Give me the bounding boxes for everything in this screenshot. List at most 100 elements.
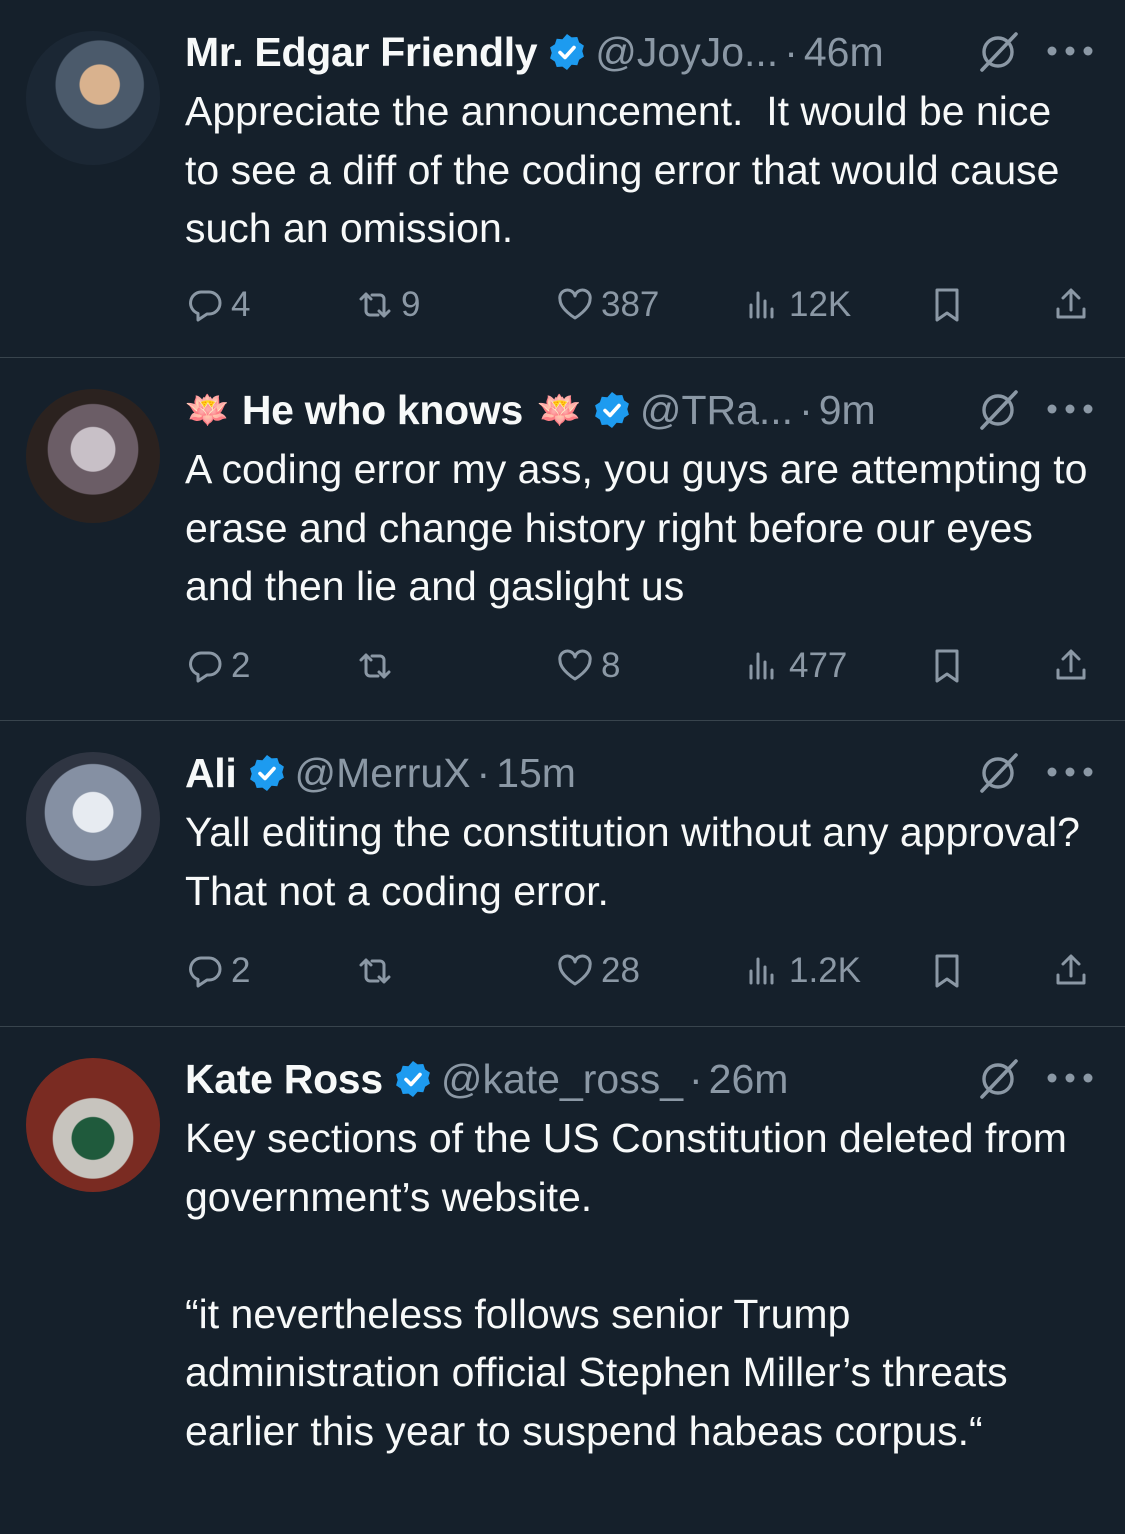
tweet-content: Mr. Edgar Friendly @JoyJo... · 46m Appre… [185,24,1095,258]
user-handle[interactable]: @kate_ross_ [441,1056,683,1103]
reply-count: 2 [231,646,251,685]
display-name[interactable]: Kate Ross [185,1056,383,1103]
user-handle[interactable]: @TRa... [640,387,793,434]
like-icon [558,288,592,320]
like-button[interactable]: 387 [555,282,659,328]
views-button[interactable]: 477 [743,643,847,689]
reply-icon [189,290,222,322]
lotus-emoji: 🪷 [185,389,230,430]
avatar[interactable] [26,752,160,886]
avatar[interactable] [26,1058,160,1192]
views-count: 1.2K [789,951,861,990]
separator-dot: · [784,28,798,75]
tweet[interactable]: Kate Ross @kate_ross_ · 26m Key sections… [0,1027,1125,1534]
reply-count: 2 [231,951,251,990]
more-icon[interactable] [1045,765,1095,779]
verified-badge-icon [548,32,586,72]
bookmark-icon [935,288,959,322]
display-name[interactable]: Ali [185,750,237,797]
tweet-header: 🪷 He who knows 🪷 @TRa... · 9m [185,382,1095,438]
timestamp[interactable]: 9m [819,387,876,434]
tweet-text: Key sections of the US Constitution dele… [185,1115,1067,1454]
verified-badge-icon [593,390,631,430]
share-button[interactable] [1051,643,1097,689]
bookmark-icon [935,649,959,683]
tweet-content: Kate Ross @kate_ross_ · 26m Key sections… [185,1051,1095,1460]
timestamp[interactable]: 46m [804,29,884,76]
grok-icon[interactable] [976,388,1020,432]
views-button[interactable]: 1.2K [743,948,861,994]
views-count: 477 [789,646,848,685]
grok-icon[interactable] [976,1057,1020,1101]
tweet-header: Ali @MerruX · 15m [185,745,1095,801]
views-icon [749,291,774,319]
display-name[interactable]: Mr. Edgar Friendly [185,29,538,76]
bookmark-button[interactable] [927,948,973,994]
tweet-content: 🪷 He who knows 🪷 @TRa... · 9m A coding e… [185,382,1095,616]
views-count: 12K [789,285,852,324]
separator-dot: · [476,749,491,796]
views-icon [749,957,774,985]
display-name[interactable]: He who knows [242,387,523,434]
share-icon [1056,649,1086,680]
like-button[interactable]: 28 [555,948,640,994]
tweet[interactable]: Ali @MerruX · 15m Yall editing the const… [0,721,1125,1027]
action-bar: 2 8 477 [185,643,1095,689]
separator-dot: · [799,386,813,433]
avatar[interactable] [26,31,160,165]
retweet-icon [359,653,391,679]
action-bar: 2 28 1.2K [185,948,1095,994]
retweet-button[interactable] [355,948,401,994]
retweet-icon [359,958,391,984]
like-count: 8 [601,646,621,685]
action-bar: 4 9 387 12K [185,282,1095,328]
like-count: 387 [601,285,660,324]
tweet-text: Appreciate the announcement. It would be… [185,88,1071,251]
tweet-header: Kate Ross @kate_ross_ · 26m [185,1051,1095,1107]
tweet-header: Mr. Edgar Friendly @JoyJo... · 46m [185,24,1095,80]
views-button[interactable]: 12K [743,282,851,328]
more-icon[interactable] [1045,1071,1095,1085]
reply-count: 4 [231,285,251,324]
retweet-button[interactable]: 9 [355,282,420,328]
reply-icon [189,956,222,988]
share-button[interactable] [1051,282,1097,328]
tweet[interactable]: Mr. Edgar Friendly @JoyJo... · 46m Appre… [0,0,1125,358]
tweet-text: Yall editing the constitution without an… [185,809,1091,914]
user-handle[interactable]: @JoyJo... [595,29,778,76]
like-count: 28 [601,951,640,990]
avatar[interactable] [26,389,160,523]
bookmark-button[interactable] [927,282,973,328]
reply-feed: Mr. Edgar Friendly @JoyJo... · 46m Appre… [0,0,1125,1534]
retweet-count: 9 [401,285,421,324]
reply-button[interactable]: 2 [185,948,250,994]
timestamp[interactable]: 15m [496,750,576,797]
more-icon[interactable] [1045,402,1095,416]
reply-icon [189,651,222,683]
retweet-icon [359,292,391,318]
reply-button[interactable]: 4 [185,282,250,328]
reply-button[interactable]: 2 [185,643,250,689]
tweet-content: Ali @MerruX · 15m Yall editing the const… [185,745,1095,920]
retweet-button[interactable] [355,643,401,689]
tweet[interactable]: 🪷 He who knows 🪷 @TRa... · 9m A coding e… [0,358,1125,721]
lotus-emoji: 🪷 [537,389,582,430]
verified-badge-icon [394,1059,432,1099]
user-handle[interactable]: @MerruX [295,750,471,797]
views-icon [749,652,774,680]
like-button[interactable]: 8 [555,643,620,689]
tweet-text: A coding error my ass, you guys are atte… [185,446,1099,609]
bookmark-button[interactable] [927,643,973,689]
grok-icon[interactable] [976,30,1020,74]
share-icon [1056,954,1086,985]
timestamp[interactable]: 26m [709,1056,789,1103]
separator-dot: · [689,1055,703,1102]
like-icon [558,954,592,986]
grok-icon[interactable] [976,751,1020,795]
more-icon[interactable] [1045,44,1095,58]
share-button[interactable] [1051,948,1097,994]
verified-badge-icon [247,753,286,793]
share-icon [1056,288,1086,319]
like-icon [558,649,592,681]
bookmark-icon [935,954,959,988]
